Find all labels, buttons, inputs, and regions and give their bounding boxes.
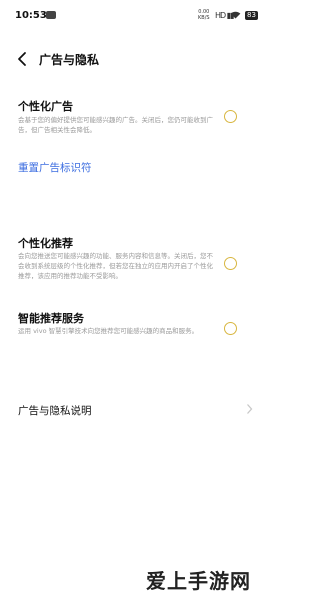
battery-icon: 83 bbox=[245, 11, 258, 20]
personalized-recommend-title: 个性化推荐 bbox=[18, 237, 73, 250]
status-time: 10:53 bbox=[15, 10, 47, 21]
wifi-icon bbox=[230, 11, 241, 19]
status-bar: 10:53 0.00 KB/S HD ▮▮ 83 bbox=[0, 0, 273, 30]
personalized-recommend-radio[interactable] bbox=[224, 257, 237, 270]
smart-recommend-radio[interactable] bbox=[224, 322, 237, 335]
personalized-ads-radio[interactable] bbox=[224, 110, 237, 123]
personalized-ads-title: 个性化广告 bbox=[18, 100, 73, 113]
back-icon[interactable] bbox=[16, 51, 28, 67]
smart-recommend-description: 运用 vivo 智慧引擎技术向您推荐您可能感兴趣的商品和服务。 bbox=[18, 327, 199, 335]
watermark-text: 爱上手游网 bbox=[146, 569, 251, 593]
smart-recommend-title: 智能推荐服务 bbox=[18, 312, 84, 325]
privacy-statement-item[interactable]: 广告与隐私说明 bbox=[18, 403, 92, 418]
network-speed-unit: KB/S bbox=[198, 15, 210, 21]
page-title: 广告与隐私 bbox=[39, 53, 100, 67]
chevron-right-icon bbox=[247, 404, 253, 414]
reset-ad-id-link[interactable]: 重置广告标识符 bbox=[18, 160, 92, 175]
personalized-ads-description: 会基于您的偏好提供您可能感兴趣的广告。关闭后，您仍可能收到广告，但广告相关性会降… bbox=[18, 116, 213, 134]
personalized-recommend-description: 会向您推送您可能感兴趣的功能、服务内容和信息等。关闭后，您不会收到系统层级的个性… bbox=[18, 252, 213, 280]
message-icon bbox=[46, 11, 56, 19]
network-speed: 0.00 KB/S bbox=[198, 9, 210, 21]
